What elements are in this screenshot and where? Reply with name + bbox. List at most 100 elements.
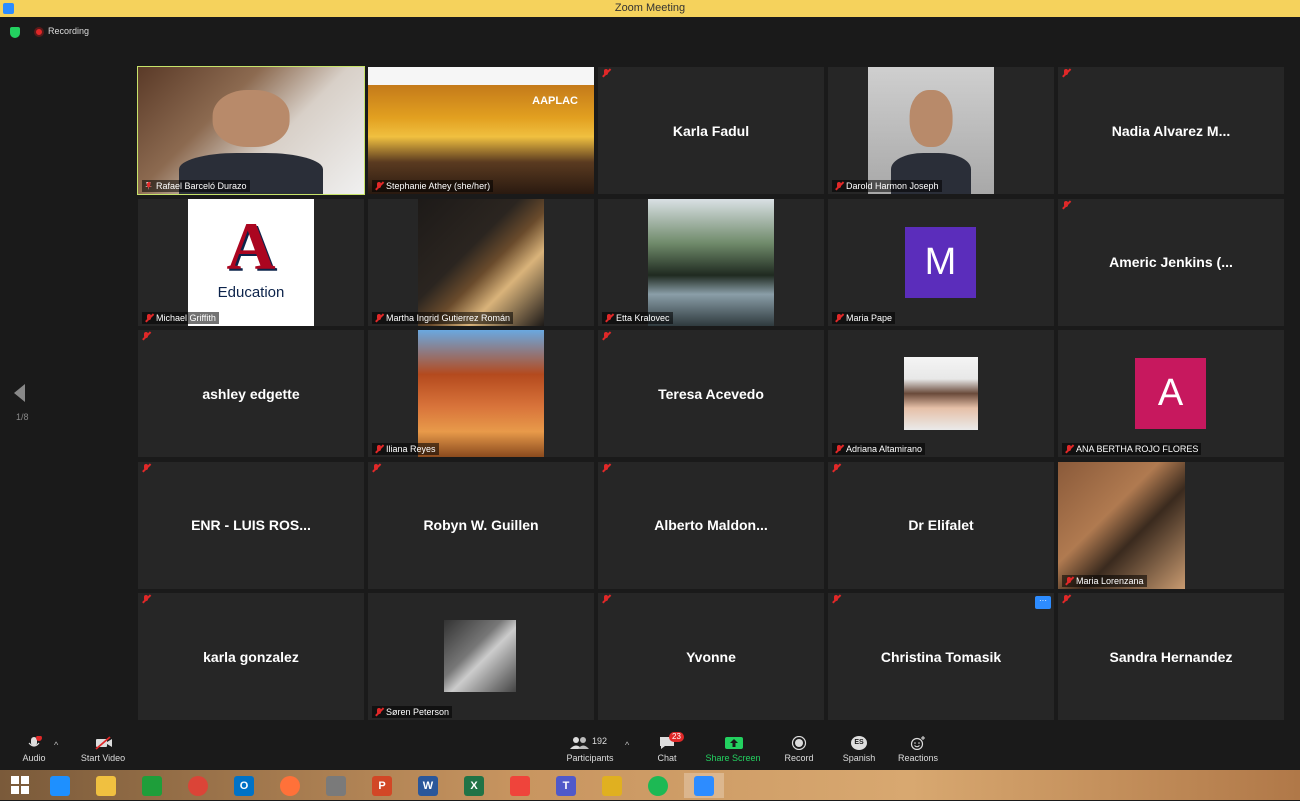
participant-video [904,357,978,430]
participant-face [909,89,953,147]
start-video-button[interactable]: Start Video [70,736,136,763]
page-indicator: 1/8 [16,412,29,422]
participant-avatar: A [1135,358,1206,429]
calculator-icon[interactable] [316,773,356,798]
muted-mic-icon [142,332,152,342]
participant-tile[interactable]: ashley edgette [138,330,364,457]
participant-tile[interactable]: Darold Harmon Joseph [828,67,1054,194]
participant-name-label: Iliana Reyes [372,443,439,455]
muted-mic-icon [145,313,153,322]
language-globe-icon: ES [851,736,867,750]
participant-tile[interactable]: Yvonne [598,593,824,720]
app-icon[interactable] [592,773,632,798]
participant-video [1058,461,1185,589]
share-screen-icon [725,736,743,750]
powerpoint-icon[interactable]: P [362,773,402,798]
muted-mic-icon [832,595,842,605]
participant-tile[interactable]: Teresa Acevedo [598,330,824,457]
participants-button[interactable]: 192 Participants [557,736,623,763]
participant-tile[interactable]: Etta Kralovec [598,198,824,326]
participant-tile[interactable]: Søren Peterson [368,593,594,720]
chat-button[interactable]: 23 Chat [634,732,700,763]
participant-tile[interactable]: Dr Elifalet [828,461,1054,589]
muted-mic-icon [372,463,382,474]
participant-tile[interactable]: Maria Lorenzana [1058,461,1284,589]
muted-mic-icon [375,445,383,453]
recording-icon [34,27,44,37]
participant-name: Etta Kralovec [616,312,670,323]
spotify-icon[interactable] [638,773,678,798]
record-button[interactable]: Record [766,735,832,763]
chrome-icon[interactable] [178,773,218,798]
audio-options-caret-icon[interactable]: ^ [54,740,58,750]
reactions-button[interactable]: Reactions [885,736,951,763]
muted-mic-icon [602,595,612,605]
participant-tile[interactable]: Sandra Hernandez [1058,593,1284,720]
excel-icon[interactable]: X [454,773,494,798]
participant-name-label: Darold Harmon Joseph [832,180,942,192]
participant-name-label: Søren Peterson [372,706,453,718]
interpretation-button[interactable]: ES Spanish [826,736,892,763]
meeting-toolbar: Audio ^ Start Video 192 Participants ^ 2… [0,728,1300,770]
muted-mic-icon [832,463,842,474]
participant-display-name: karla gonzalez [203,648,299,665]
participant-display-name: Robyn W. Guillen [423,517,539,533]
participant-name: Adriana Altamirano [846,444,923,454]
participant-video [138,67,364,194]
participant-tile[interactable]: Iliana Reyes [368,330,594,457]
participant-tile[interactable]: Rafael Barceló Durazo [137,66,365,195]
participant-video [418,198,544,326]
participant-name-label: Etta Kralovec [602,311,673,324]
participant-tile[interactable]: A ANA BERTHA ROJO FLORES [1058,330,1284,457]
participant-name-label: Rafael Barceló Durazo [142,180,250,192]
participant-tile[interactable]: Alberto Maldon... [598,461,824,589]
muted-mic-icon [375,313,383,322]
outlook-icon[interactable]: O [224,773,264,798]
word-icon[interactable]: W [408,773,448,798]
firefox-icon[interactable] [270,773,310,798]
muted-mic-icon [142,463,152,474]
chat-badge: 23 [669,732,684,742]
participants-icon: 192 [570,736,610,750]
participant-tile[interactable]: A Education Michael Griffith [138,198,364,326]
teams-icon[interactable]: T [546,773,586,798]
file-explorer-icon[interactable] [86,773,126,798]
participant-tile[interactable]: AAPLAC Stephanie Athey (she/her) [368,67,594,194]
participant-display-name: Alberto Maldon... [654,517,768,533]
participant-tile[interactable]: Martha Ingrid Gutierrez Román [368,198,594,326]
participant-tile[interactable]: ENR - LUIS ROS... [138,461,364,589]
participant-tile[interactable]: Christina Tomasik ··· [828,593,1054,720]
muted-mic-icon [142,595,152,605]
zoom-icon[interactable] [684,773,724,798]
microphone-muted-icon [26,735,42,750]
more-options-button[interactable]: ··· [1035,596,1051,609]
participant-display-name: Karla Fadul [672,122,750,139]
participant-tile[interactable]: M Maria Pape [828,198,1054,326]
anydesk-icon[interactable] [500,773,540,798]
muted-mic-icon [835,182,843,190]
participant-video [444,620,516,692]
participant-tile[interactable]: Karla Fadul [598,67,824,194]
participant-name-label: Stephanie Athey (she/her) [372,180,494,192]
participant-tile[interactable]: karla gonzalez [138,593,364,720]
participant-tile[interactable]: Robyn W. Guillen [368,461,594,589]
share-screen-button[interactable]: Share Screen [700,736,766,763]
windows-start-icon[interactable] [0,773,40,798]
encryption-shield-icon[interactable] [10,27,20,38]
window-title: Zoom Meeting [614,2,686,14]
record-icon [791,735,807,751]
shared-screen-heading: AAPLAC [532,95,578,107]
participant-tile[interactable]: Americ Jenkins (... [1058,198,1284,326]
internet-explorer-icon[interactable] [40,773,80,798]
participants-count: 192 [592,736,608,746]
participants-options-caret-icon[interactable]: ^ [625,740,629,750]
previous-page-arrow-icon[interactable] [14,384,25,402]
chat-icon: 23 [659,732,684,750]
muted-mic-icon [1062,595,1072,605]
participant-name: Michael Griffith [156,312,216,323]
participant-tile[interactable]: Adriana Altamirano [828,330,1054,457]
participant-tile[interactable]: Nadia Alvarez M... [1058,67,1284,194]
muted-mic-icon [375,708,383,716]
store-icon[interactable] [132,773,172,798]
participant-name: Maria Pape [846,312,893,323]
